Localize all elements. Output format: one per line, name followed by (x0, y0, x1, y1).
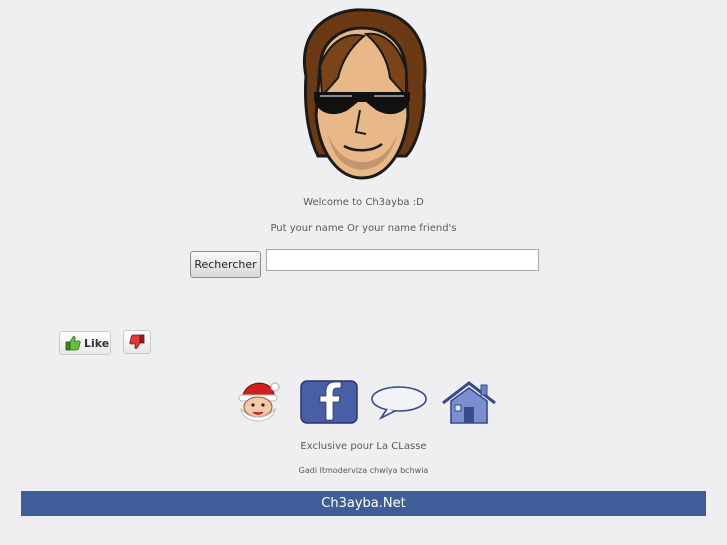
thumbs-up-icon (65, 336, 81, 351)
avatar (286, 6, 438, 184)
page: Welcome to Ch3ayba :D Put your name Or y… (0, 0, 727, 545)
home-icon[interactable] (439, 381, 499, 425)
dislike-button[interactable] (123, 330, 151, 354)
footer-bar: Ch3ayba.Net (21, 491, 706, 516)
facebook-icon[interactable] (300, 380, 358, 424)
santa-icon[interactable] (231, 379, 283, 425)
footer-note: Gadi Itmoderviza chwiya bchwia (298, 466, 429, 475)
thumbs-down-icon (129, 334, 145, 349)
chat-bubble-icon[interactable] (369, 384, 429, 421)
avatar-illustration (303, 8, 427, 180)
welcome-text: Welcome to Ch3ayba :D (303, 197, 424, 208)
like-label: Like (84, 336, 110, 350)
site-name[interactable]: Ch3ayba.Net (321, 496, 405, 511)
search-button[interactable]: Rechercher (190, 251, 261, 278)
search-input[interactable] (266, 249, 539, 271)
exclusive-text: Exclusive pour La CLasse (300, 441, 427, 452)
like-button[interactable]: Like (59, 331, 111, 355)
prompt-text: Put your name Or your name friend's (270, 223, 457, 234)
